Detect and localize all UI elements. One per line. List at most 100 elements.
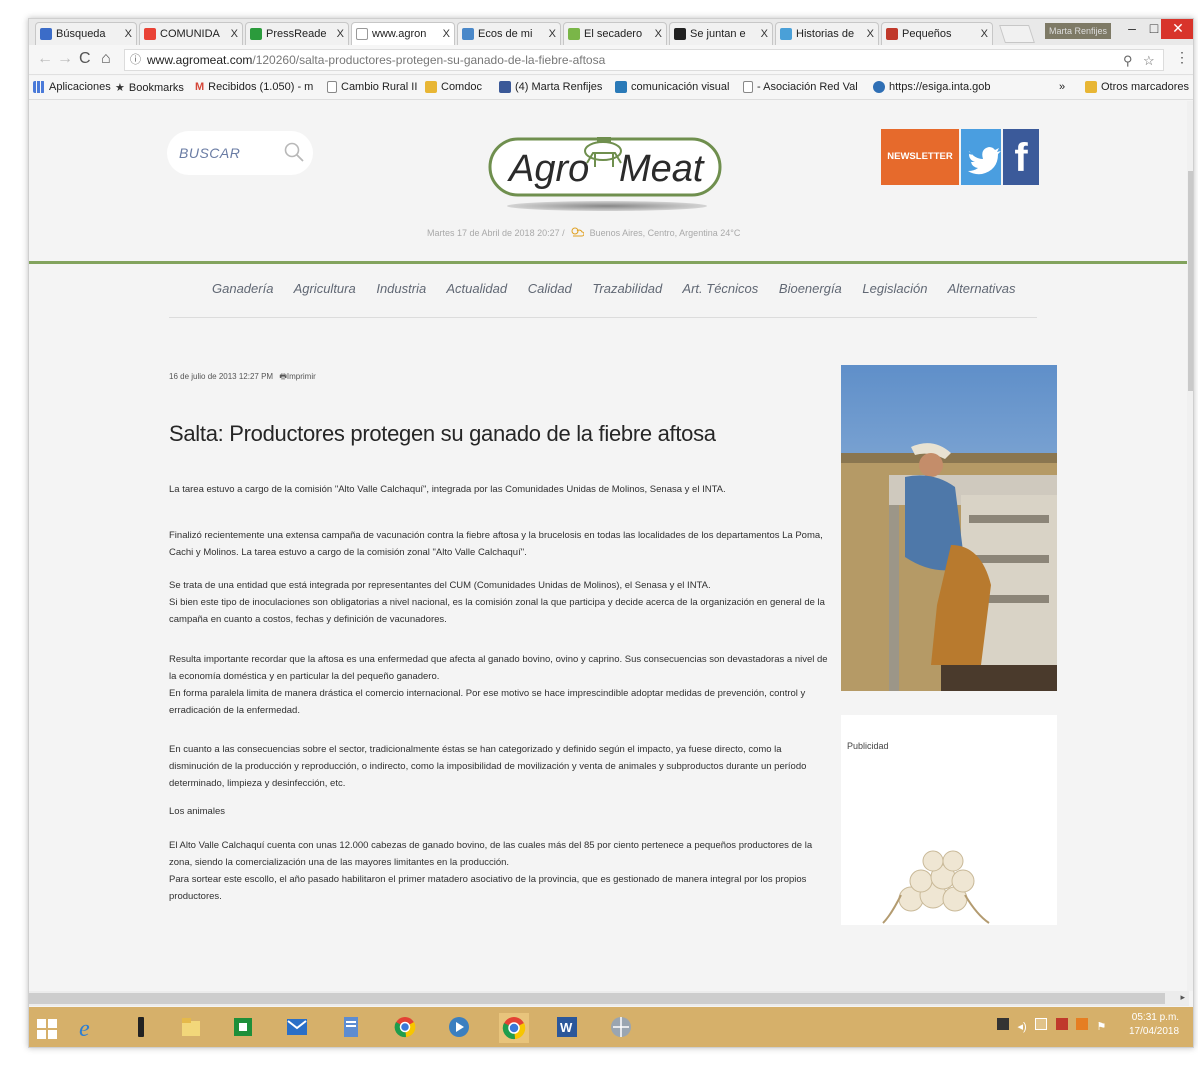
bookmark-esiga[interactable]: https://esiga.inta.gob — [873, 81, 991, 93]
nav-item-bioenergia[interactable]: Bioenergía — [779, 281, 842, 296]
bookmark-cambio-rural[interactable]: Cambio Rural II — [327, 81, 417, 93]
bookmark-label: Cambio Rural II — [341, 81, 418, 93]
article-photo[interactable] — [841, 365, 1057, 691]
url-path: /120260/salta-productores-protegen-su-ga… — [252, 53, 606, 67]
nav-item-trazabilidad[interactable]: Trazabilidad — [592, 281, 662, 296]
tab-label: Ecos de mi — [478, 28, 533, 40]
tab-close-icon[interactable]: X — [867, 28, 874, 40]
info-icon[interactable]: ⓘ — [130, 50, 141, 70]
newsletter-button[interactable]: NEWSLETTER — [881, 129, 959, 185]
app-tray-icon[interactable] — [1076, 1018, 1088, 1030]
internet-explorer-icon[interactable]: e — [77, 1015, 101, 1039]
word-icon[interactable]: W — [555, 1015, 579, 1039]
tab-label: www.agron — [372, 28, 427, 40]
network-app-icon[interactable] — [609, 1015, 633, 1039]
back-icon[interactable]: ← — [37, 50, 53, 68]
horizontal-scrollbar[interactable]: ▸ — [29, 991, 1189, 1006]
home-icon[interactable]: ⌂ — [101, 50, 111, 68]
tab-close-icon[interactable]: X — [231, 28, 238, 40]
address-bar[interactable]: ⓘ www.agromeat.com/120260/salta-producto… — [124, 49, 1164, 71]
store-icon[interactable] — [231, 1015, 255, 1039]
nav-item-ganaderia[interactable]: Ganadería — [212, 281, 273, 296]
tab-close-icon[interactable]: X — [655, 28, 662, 40]
chrome-active-icon[interactable] — [499, 1013, 529, 1043]
tab-pequenos[interactable]: Pequeños X — [881, 22, 993, 45]
tab-se-juntan[interactable]: Se juntan e X — [669, 22, 773, 45]
tab-secadero[interactable]: El secadero X — [563, 22, 667, 45]
site-search-box[interactable]: BUSCAR — [167, 131, 313, 175]
tab-historias[interactable]: Historias de X — [775, 22, 879, 45]
windows-start-icon[interactable] — [35, 1017, 59, 1041]
page-icon — [327, 81, 337, 93]
bookmark-comdoc[interactable]: Comdoc — [425, 81, 482, 93]
tab-close-icon[interactable]: X — [337, 28, 344, 40]
menu-icon[interactable]: ⋮ — [1175, 49, 1189, 66]
nav-item-legislacion[interactable]: Legislación — [862, 281, 927, 296]
vertical-scroll-thumb[interactable] — [1188, 171, 1193, 391]
tab-ecos[interactable]: Ecos de mi X — [457, 22, 561, 45]
bookmark-facebook[interactable]: (4) Marta Renfijes — [499, 81, 602, 93]
ad-sidebar[interactable]: Publicidad — [841, 715, 1057, 925]
profile-button[interactable]: Marta Renfijes — [1045, 23, 1111, 39]
other-bookmarks[interactable]: Otros marcadores — [1085, 81, 1189, 93]
horizontal-scroll-thumb[interactable] — [29, 993, 1165, 1004]
scroll-right-icon[interactable]: ▸ — [1180, 992, 1185, 1003]
volume-icon[interactable]: ◂) — [1017, 1021, 1026, 1033]
search-icon[interactable] — [283, 141, 305, 163]
close-window-button[interactable]: ✕ — [1161, 19, 1193, 39]
reload-icon[interactable]: C — [79, 50, 91, 68]
article-paragraph: Para sortear este escollo, el año pasado… — [169, 874, 807, 902]
flag-icon[interactable]: ⚑ — [1096, 1021, 1106, 1033]
vertical-scrollbar[interactable] — [1187, 101, 1193, 991]
alert-icon[interactable] — [1055, 1018, 1068, 1030]
agromeat-logo[interactable]: Agro Meat — [487, 129, 723, 203]
keyboard-icon[interactable] — [997, 1018, 1009, 1030]
tab-favicon-icon — [250, 28, 262, 40]
print-icon[interactable]: 🖶 — [279, 372, 287, 381]
bookmark-apps[interactable]: Aplicaciones — [33, 81, 111, 93]
twitter-button[interactable] — [961, 129, 1001, 185]
page-icon — [743, 81, 753, 93]
article-date: 16 de julio de 2013 12:27 PM — [169, 372, 274, 381]
bookmarks-overflow-button[interactable]: » — [1059, 81, 1065, 93]
forward-icon[interactable]: → — [57, 50, 73, 68]
facebook-button[interactable]: f — [1003, 129, 1039, 185]
bookmark-label: Bookmarks — [128, 81, 184, 94]
notepad-icon[interactable] — [339, 1015, 363, 1039]
new-tab-button[interactable] — [999, 25, 1035, 43]
nav-item-alternativas[interactable]: Alternativas — [948, 281, 1016, 296]
tab-comunida[interactable]: COMUNIDA X — [139, 22, 243, 45]
chrome-icon[interactable] — [393, 1015, 417, 1039]
nav-item-calidad[interactable]: Calidad — [528, 281, 572, 296]
article-lead: La tarea estuvo a cargo de la comisión "… — [169, 484, 726, 495]
tab-close-icon[interactable]: X — [981, 28, 988, 40]
mail-icon[interactable] — [285, 1015, 309, 1039]
tab-close-icon[interactable]: X — [761, 28, 768, 40]
bookmark-label: Aplicaciones — [49, 81, 111, 93]
zoom-icon[interactable]: ⚲ — [1123, 51, 1133, 71]
media-player-icon[interactable] — [447, 1015, 471, 1039]
bookmark-asociacion[interactable]: - Asociación Red Val — [743, 81, 858, 93]
bookmark-comunicacion[interactable]: comunicación visual — [615, 81, 729, 93]
article-paragraph: En cuanto a las consecuencias sobre el s… — [169, 744, 807, 789]
nav-item-art-tecnicos[interactable]: Art. Técnicos — [682, 281, 758, 296]
tab-pressreader[interactable]: PressReade X — [245, 22, 349, 45]
taskbar-clock[interactable]: 05:31 p.m. 17/04/2018 — [1129, 1011, 1179, 1039]
nav-item-agricultura[interactable]: Agricultura — [294, 281, 356, 296]
bookmark-gmail[interactable]: M Recibidos (1.050) - m — [195, 81, 313, 93]
tab-favicon-icon — [144, 28, 156, 40]
bookmark-star-icon[interactable]: ☆ — [1143, 51, 1155, 71]
tab-busqueda[interactable]: Búsqueda X — [35, 22, 137, 45]
tab-close-icon[interactable]: X — [125, 28, 132, 40]
file-explorer-icon[interactable] — [179, 1015, 203, 1039]
tab-agromeat[interactable]: www.agron X — [351, 22, 455, 45]
bookmark-bookmarks[interactable]: ★ Bookmarks — [115, 81, 184, 95]
nav-item-actualidad[interactable]: Actualidad — [446, 281, 507, 296]
print-link[interactable]: Imprimir — [287, 372, 316, 381]
tab-close-icon[interactable]: X — [549, 28, 556, 40]
device-icon[interactable] — [129, 1015, 153, 1039]
nav-item-industria[interactable]: Industria — [376, 281, 426, 296]
network-icon[interactable] — [1035, 1018, 1048, 1030]
tab-close-icon[interactable]: X — [443, 28, 450, 40]
tab-favicon-icon — [780, 28, 792, 40]
